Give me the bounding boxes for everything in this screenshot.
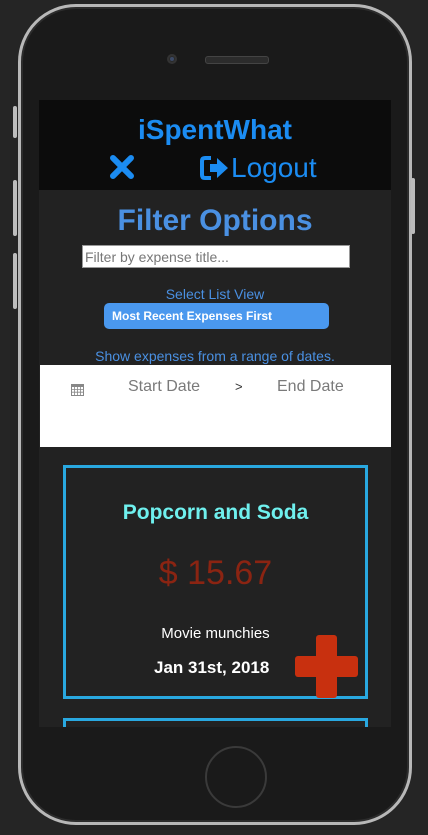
front-camera [167,54,177,64]
volume-down-button [13,253,17,309]
add-expense-button[interactable] [293,633,360,700]
close-x-icon [110,155,134,179]
volume-up-button [13,180,17,236]
list-view-select[interactable]: Most Recent Expenses First [104,303,329,329]
app-header: iSpentWhat Logout [39,100,391,190]
expense-card[interactable] [63,718,368,727]
sign-out-icon [200,156,228,180]
home-button[interactable] [205,746,267,808]
expense-title-filter-input[interactable] [82,245,350,268]
filter-options-title: Filter Options [117,204,313,237]
date-range-picker: Start Date > End Date [40,365,391,447]
app-screen: iSpentWhat Logout Filter Options Select … [39,100,391,727]
start-date-input[interactable]: Start Date [128,378,200,396]
logout-button[interactable]: Logout [200,150,317,186]
expense-amount: $ 15.67 [158,554,273,592]
date-range-label: Show expenses from a range of dates. [95,348,335,364]
plus-icon [295,635,358,698]
close-button[interactable] [107,150,137,184]
mute-switch [13,106,17,138]
list-view-label: Select List View [165,286,265,302]
end-date-input[interactable]: End Date [277,378,344,396]
app-title: iSpentWhat [138,114,292,145]
power-button [411,178,415,234]
logout-label: Logout [231,152,317,183]
date-separator: > [235,379,243,394]
expense-date: Jan 31st, 2018 [154,658,270,677]
expense-title: Popcorn and Soda [122,501,309,524]
earpiece-speaker [205,56,269,64]
calendar-icon[interactable] [71,383,84,396]
